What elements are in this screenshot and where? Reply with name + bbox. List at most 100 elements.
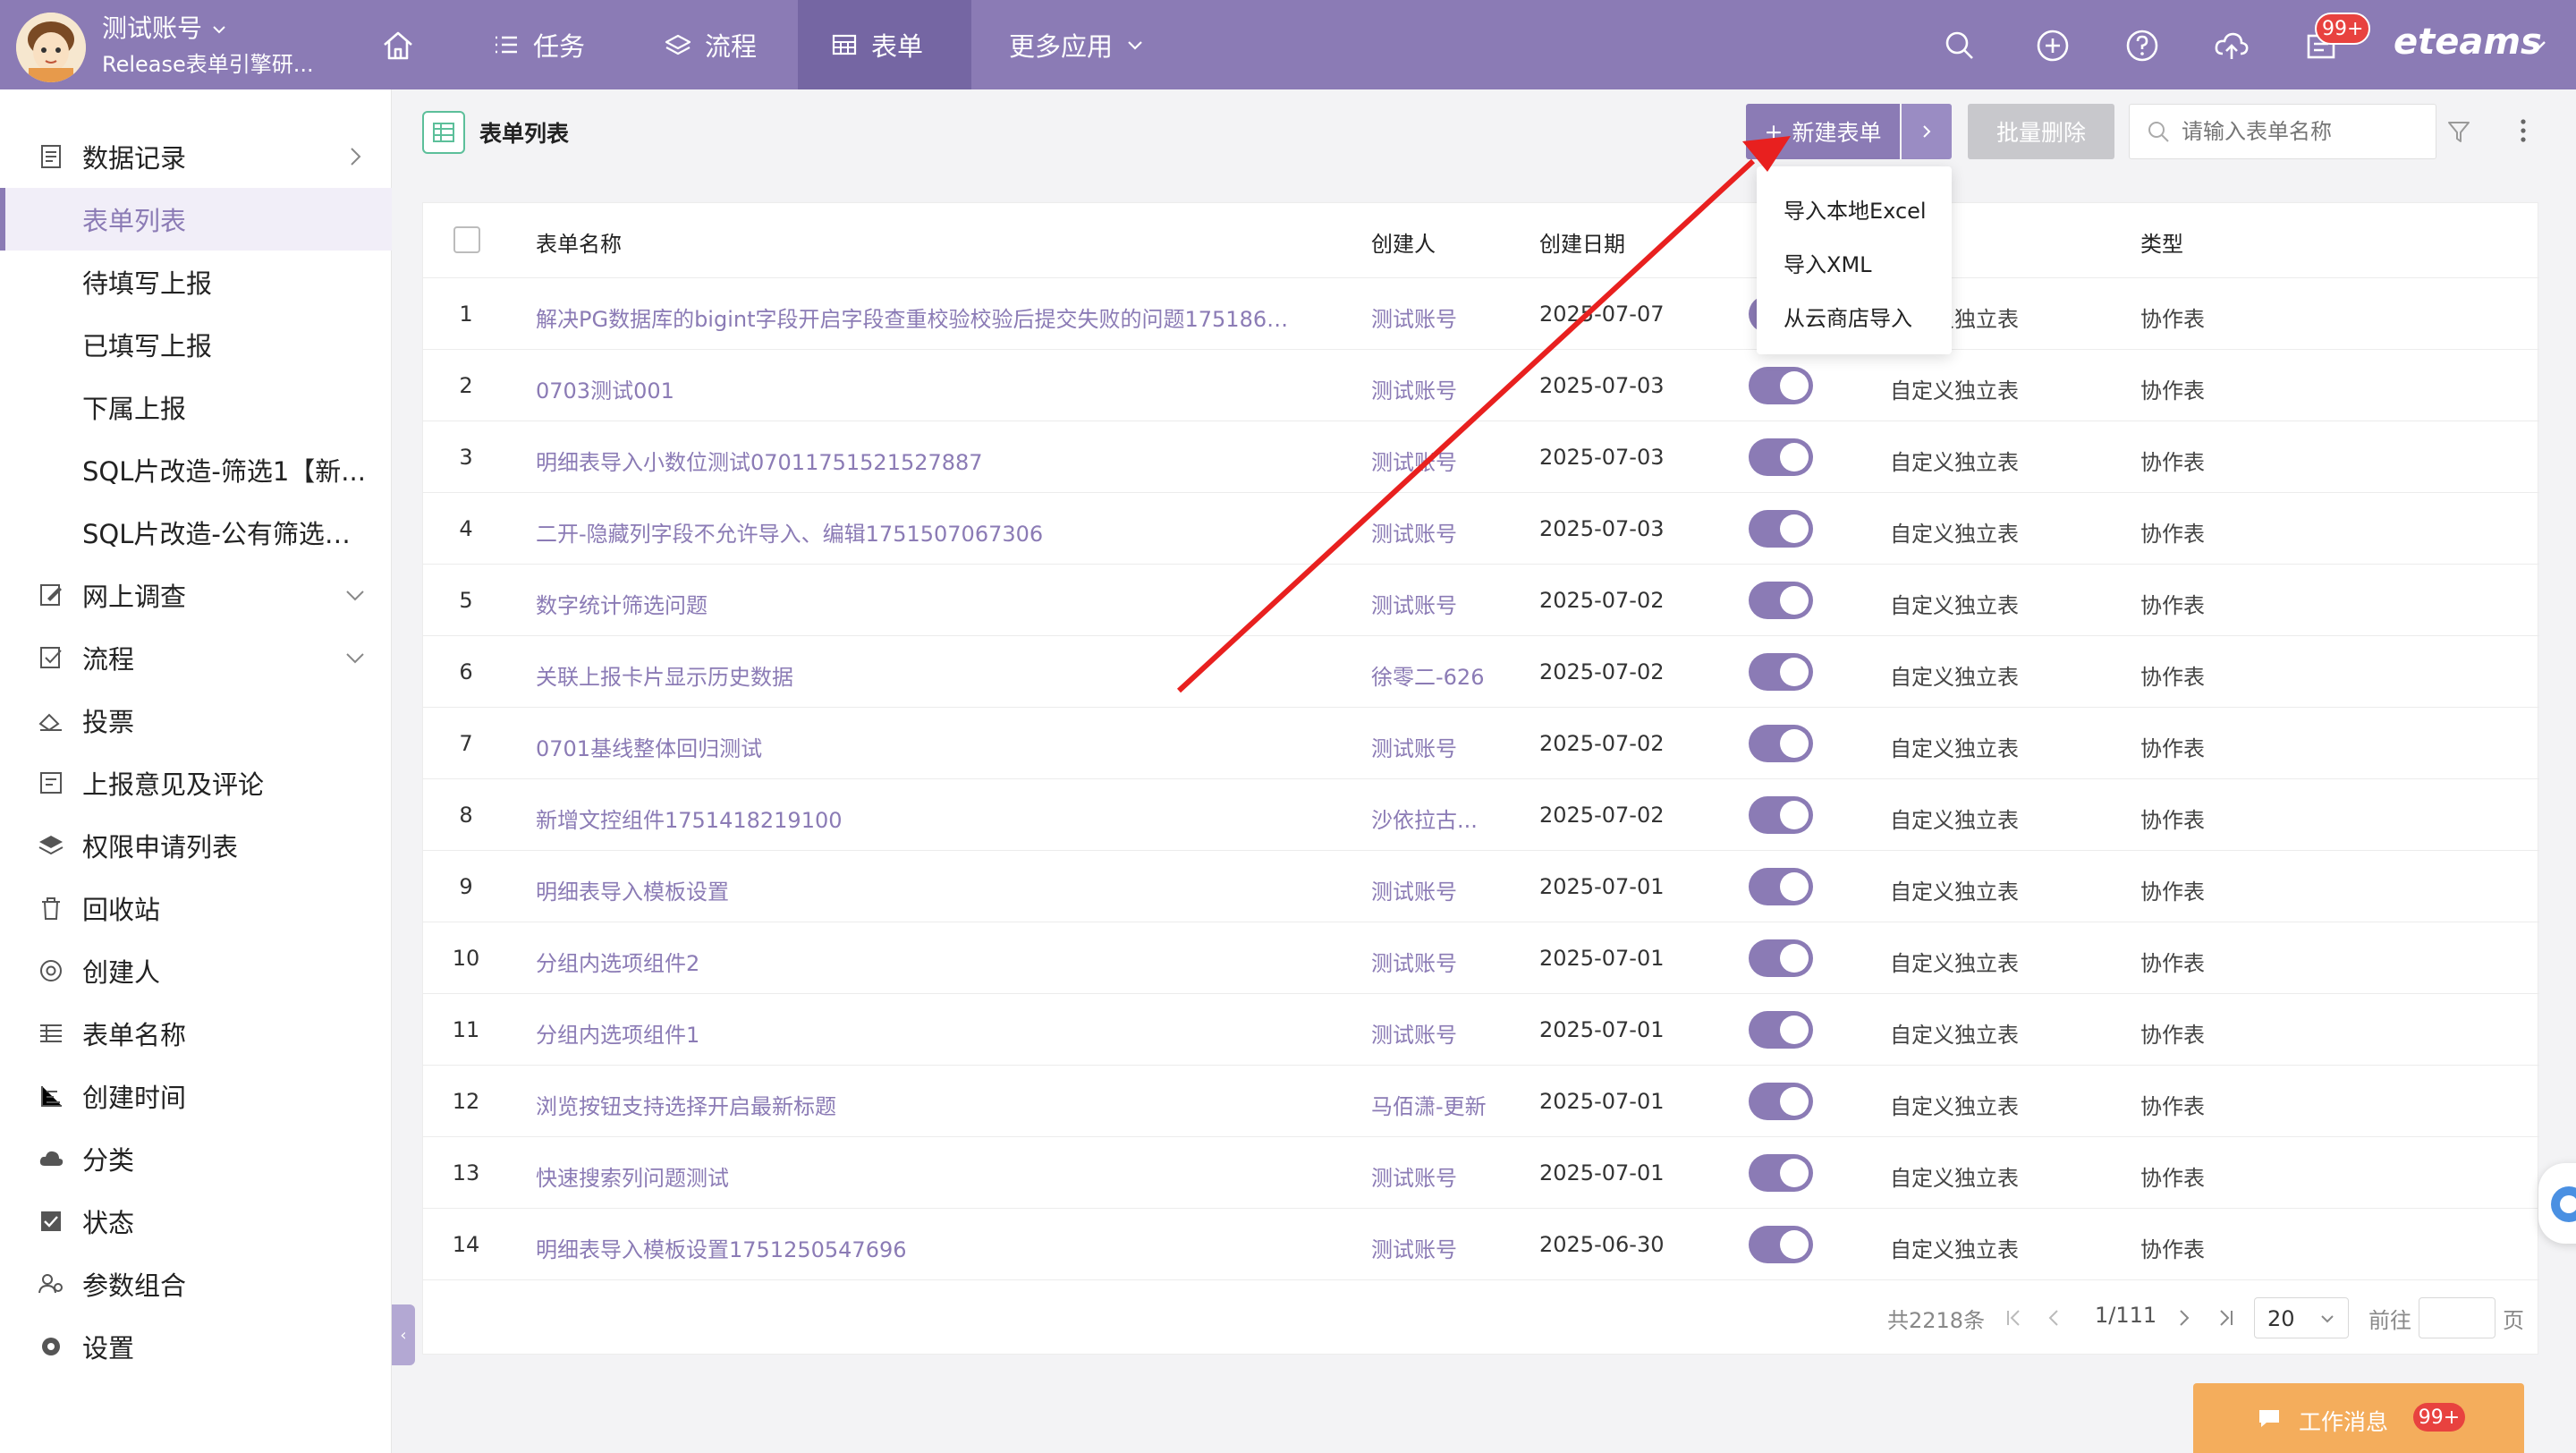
sidebar-item-creator[interactable]: 创建人: [0, 939, 392, 1002]
nav-form[interactable]: 表单: [798, 0, 971, 89]
enable-toggle[interactable]: [1749, 510, 1813, 548]
enable-toggle[interactable]: [1749, 1011, 1813, 1049]
enable-toggle[interactable]: [1749, 725, 1813, 762]
sidebar-item-pending-report[interactable]: 待填写上报: [0, 251, 392, 313]
form-name-link[interactable]: 新增文控组件1751418219100: [536, 803, 1296, 834]
creator-link[interactable]: 测试账号: [1371, 874, 1496, 905]
form-name-link[interactable]: 浏览按钮支持选择开启最新标题: [536, 1089, 1296, 1120]
table-row[interactable]: 13 快速搜索列问题测试 测试账号 2025-07-01 自定义独立表 协作表: [423, 1137, 2539, 1209]
creator-link[interactable]: 测试账号: [1371, 946, 1496, 977]
sidebar-item-status[interactable]: 状态: [0, 1190, 392, 1253]
sidebar-collapse-handle[interactable]: ‹: [392, 1304, 415, 1365]
enable-toggle[interactable]: [1749, 868, 1813, 905]
sidebar-item-category[interactable]: 分类: [0, 1127, 392, 1190]
creator-link[interactable]: 马佰潇-更新: [1371, 1089, 1496, 1120]
enable-toggle[interactable]: [1749, 939, 1813, 977]
account-name[interactable]: 测试账号: [102, 9, 228, 45]
enable-toggle[interactable]: [1749, 1154, 1813, 1192]
creator-link[interactable]: 沙依拉古...: [1371, 803, 1496, 834]
import-xml-option[interactable]: 导入XML: [1784, 247, 1872, 278]
search-input[interactable]: [2182, 115, 2378, 148]
creator-link[interactable]: 测试账号: [1371, 588, 1496, 619]
search-field[interactable]: [2129, 104, 2436, 159]
enable-toggle[interactable]: [1749, 438, 1813, 476]
enable-toggle[interactable]: [1749, 1226, 1813, 1263]
form-name-link[interactable]: 0701基线整体回归测试: [536, 731, 1296, 762]
sidebar-item-create-time[interactable]: 创建时间: [0, 1065, 392, 1127]
cloud-upload-icon[interactable]: [2211, 25, 2252, 66]
table-row[interactable]: 12 浏览按钮支持选择开启最新标题 马佰潇-更新 2025-07-01 自定义独立表 协作…: [423, 1066, 2539, 1137]
sidebar-item-survey[interactable]: 网上调查: [0, 564, 392, 626]
sidebar-item-vote[interactable]: 投票: [0, 689, 392, 752]
nav-flow[interactable]: 流程: [631, 0, 789, 89]
enable-toggle[interactable]: [1749, 582, 1813, 619]
table-row[interactable]: 9 明细表导入模板设置 测试账号 2025-07-01 自定义独立表 协作表: [423, 851, 2539, 922]
sidebar-item-filled-report[interactable]: 已填写上报: [0, 313, 392, 376]
prev-page-icon[interactable]: [2043, 1306, 2066, 1330]
nav-task[interactable]: 任务: [460, 0, 617, 89]
filter-icon[interactable]: [2445, 118, 2472, 145]
sidebar-item-subordinate-report[interactable]: 下属上报: [0, 376, 392, 438]
enable-toggle[interactable]: [1749, 653, 1813, 691]
sidebar-item-param-combo[interactable]: 参数组合: [0, 1253, 392, 1315]
brand-logo[interactable]: eteams: [2394, 21, 2542, 63]
chevron-down-icon[interactable]: [2528, 34, 2549, 55]
form-name-link[interactable]: 明细表导入模板设置1751250547696: [536, 1232, 1296, 1263]
creator-link[interactable]: 测试账号: [1371, 373, 1496, 404]
home-icon[interactable]: [377, 25, 419, 66]
creator-link[interactable]: 测试账号: [1371, 516, 1496, 548]
page-size-select[interactable]: 20: [2254, 1297, 2349, 1338]
enable-toggle[interactable]: [1749, 796, 1813, 834]
work-message-bar[interactable]: 工作消息 99+: [2193, 1383, 2524, 1453]
form-name-link[interactable]: 分组内选项组件1: [536, 1017, 1296, 1049]
header-create-date[interactable]: 创建日期: [1539, 226, 1625, 258]
table-row[interactable]: 1 解决PG数据库的bigint字段开启字段查重校验校验后提交失败的问题17518…: [423, 278, 2539, 350]
nav-more-apps[interactable]: 更多应用: [977, 0, 1177, 89]
new-form-dropdown-toggle[interactable]: [1902, 104, 1952, 159]
enable-toggle[interactable]: [1749, 367, 1813, 404]
form-name-link[interactable]: 0703测试001: [536, 373, 1296, 404]
more-vertical-icon[interactable]: [2510, 115, 2537, 147]
sidebar-item-comments[interactable]: 上报意见及评论: [0, 752, 392, 814]
last-page-icon[interactable]: [2215, 1306, 2238, 1330]
table-row[interactable]: 2 0703测试001 测试账号 2025-07-03 自定义独立表 协作表: [423, 350, 2539, 421]
creator-link[interactable]: 测试账号: [1371, 1017, 1496, 1049]
table-row[interactable]: 7 0701基线整体回归测试 测试账号 2025-07-02 自定义独立表 协作表: [423, 708, 2539, 779]
form-name-link[interactable]: 关联上报卡片显示历史数据: [536, 659, 1296, 691]
help-icon[interactable]: [2122, 25, 2163, 66]
header-form-name[interactable]: 表单名称: [536, 226, 622, 258]
form-name-link[interactable]: 二开-隐藏列字段不允许导入、编辑1751507067306: [536, 516, 1296, 548]
table-row[interactable]: 8 新增文控组件1751418219100 沙依拉古... 2025-07-02 自定义…: [423, 779, 2539, 851]
form-name-link[interactable]: 分组内选项组件2: [536, 946, 1296, 977]
sidebar-item-data-records[interactable]: 数据记录: [0, 125, 392, 188]
form-name-link[interactable]: 明细表导入小数位测试07011751521527887: [536, 445, 1296, 476]
add-circle-icon[interactable]: [2032, 25, 2073, 66]
goto-page-input[interactable]: [2419, 1297, 2496, 1338]
creator-link[interactable]: 测试账号: [1371, 302, 1496, 333]
sidebar-item-flow[interactable]: 流程: [0, 626, 392, 689]
first-page-icon[interactable]: [2002, 1306, 2025, 1330]
table-row[interactable]: 4 二开-隐藏列字段不允许导入、编辑1751507067306 测试账号 2025-0…: [423, 493, 2539, 565]
table-row[interactable]: 11 分组内选项组件1 测试账号 2025-07-01 自定义独立表 协作表: [423, 994, 2539, 1066]
table-row[interactable]: 5 数字统计筛选问题 测试账号 2025-07-02 自定义独立表 协作表: [423, 565, 2539, 636]
batch-delete-button[interactable]: 批量删除: [1968, 104, 2114, 159]
enable-toggle[interactable]: [1749, 1083, 1813, 1120]
floating-assistant[interactable]: [2538, 1163, 2576, 1244]
form-name-link[interactable]: 解决PG数据库的bigint字段开启字段查重校验校验后提交失败的问题175186…: [536, 302, 1296, 333]
table-row[interactable]: 10 分组内选项组件2 测试账号 2025-07-01 自定义独立表 协作表: [423, 922, 2539, 994]
sidebar-item-form-list[interactable]: 表单列表: [0, 188, 392, 251]
sidebar-item-sql-public-filter[interactable]: SQL片改造-公有筛选【...: [0, 501, 392, 564]
creator-link[interactable]: 测试账号: [1371, 1160, 1496, 1192]
sidebar-item-sql-filter-1[interactable]: SQL片改造-筛选1【新...: [0, 438, 392, 501]
form-name-link[interactable]: 快速搜索列问题测试: [536, 1160, 1296, 1192]
header-creator[interactable]: 创建人: [1371, 226, 1436, 258]
avatar[interactable]: [16, 13, 86, 82]
next-page-icon[interactable]: [2172, 1306, 2195, 1330]
header-type[interactable]: 类型: [2140, 226, 2183, 258]
sidebar-item-permission-requests[interactable]: 权限申请列表: [0, 814, 392, 877]
form-name-link[interactable]: 数字统计筛选问题: [536, 588, 1296, 619]
creator-link[interactable]: 测试账号: [1371, 731, 1496, 762]
table-row[interactable]: 14 明细表导入模板设置1751250547696 测试账号 2025-06-30 自定…: [423, 1209, 2539, 1280]
sidebar-item-form-name[interactable]: 表单名称: [0, 1002, 392, 1065]
creator-link[interactable]: 徐零二-626: [1371, 659, 1496, 691]
